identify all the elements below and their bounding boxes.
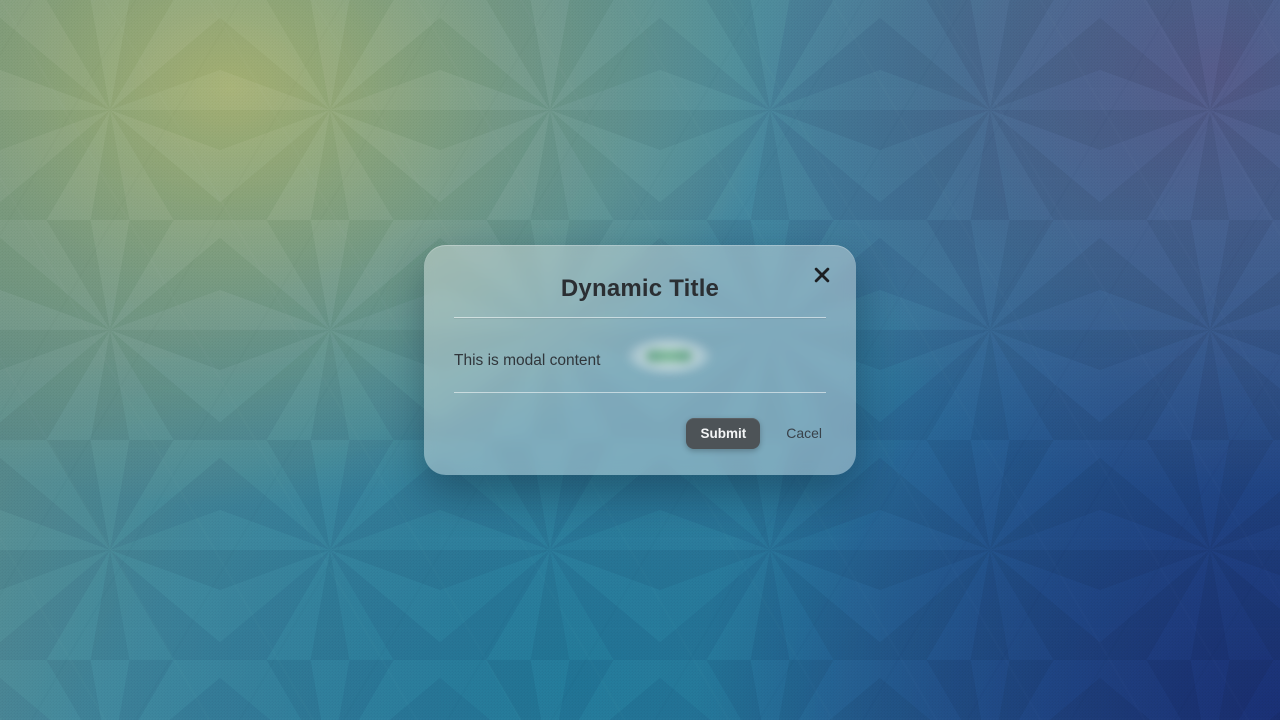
modal-body: This is modal content — [454, 318, 826, 392]
close-button[interactable] — [808, 263, 836, 291]
close-icon — [812, 265, 832, 290]
modal-body-text: This is modal content — [454, 352, 600, 369]
modal-title: Dynamic Title — [454, 275, 826, 303]
modal-overlay: Dynamic Title This is modal content Subm… — [0, 0, 1280, 720]
submit-button[interactable]: Submit — [686, 418, 760, 449]
modal-footer: Submit Cacel — [454, 393, 826, 449]
blurred-badge — [624, 336, 714, 376]
cancel-button[interactable]: Cacel — [782, 417, 826, 449]
modal-dialog: Dynamic Title This is modal content Subm… — [424, 245, 856, 475]
